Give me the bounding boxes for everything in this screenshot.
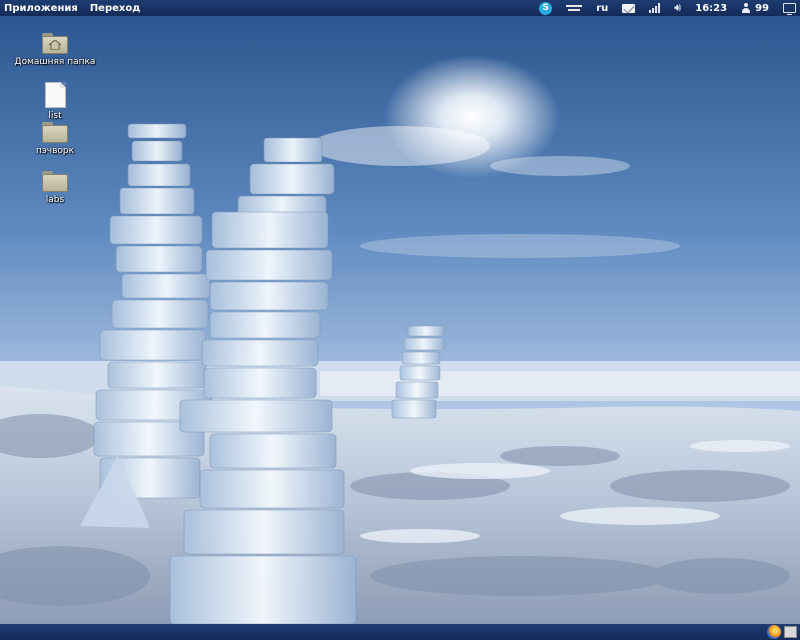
folder-icon	[42, 171, 68, 192]
file-icon	[44, 82, 66, 108]
desktop-icon-list[interactable]: list	[10, 82, 100, 121]
user-icon	[741, 3, 751, 13]
desktop-icon-label: labs	[45, 195, 65, 205]
network-icon[interactable]	[566, 4, 583, 12]
keyboard-layout-indicator[interactable]: ru	[596, 3, 608, 14]
clock[interactable]: 16:23	[695, 3, 727, 14]
bottom-panel	[0, 624, 800, 640]
desktop-icon-labs[interactable]: labs	[10, 171, 100, 205]
folder-icon	[42, 122, 68, 143]
desktop-icon-label: Домашняя папка	[14, 57, 96, 67]
desktop-icon-home-folder[interactable]: Домашняя папка	[10, 33, 100, 67]
desktop-icon-patchwork[interactable]: пэчворк	[10, 122, 100, 156]
system-tray: S ru 🔊︎ 16:23 99	[532, 0, 800, 16]
trash-icon[interactable]	[784, 626, 797, 638]
places-menu[interactable]: Переход	[84, 3, 147, 14]
mail-icon[interactable]	[622, 3, 636, 13]
top-panel: Приложения Переход S ru 🔊︎ 16:23 99	[0, 0, 800, 16]
wallpaper-image	[0, 16, 800, 624]
desktop-icon-label: пэчворк	[35, 146, 75, 156]
user-indicator[interactable]: 99	[741, 3, 769, 14]
skype-icon[interactable]: S	[539, 1, 553, 15]
applications-menu[interactable]: Приложения	[0, 3, 84, 14]
home-folder-icon	[42, 33, 68, 54]
desktop-wallpaper	[0, 16, 800, 624]
user-count: 99	[755, 2, 769, 14]
desktop-icon-label: list	[48, 111, 62, 121]
signal-icon[interactable]	[649, 3, 661, 13]
volume-icon[interactable]: 🔊︎	[674, 1, 681, 15]
firefox-icon[interactable]	[767, 625, 781, 639]
display-icon[interactable]	[783, 3, 796, 15]
